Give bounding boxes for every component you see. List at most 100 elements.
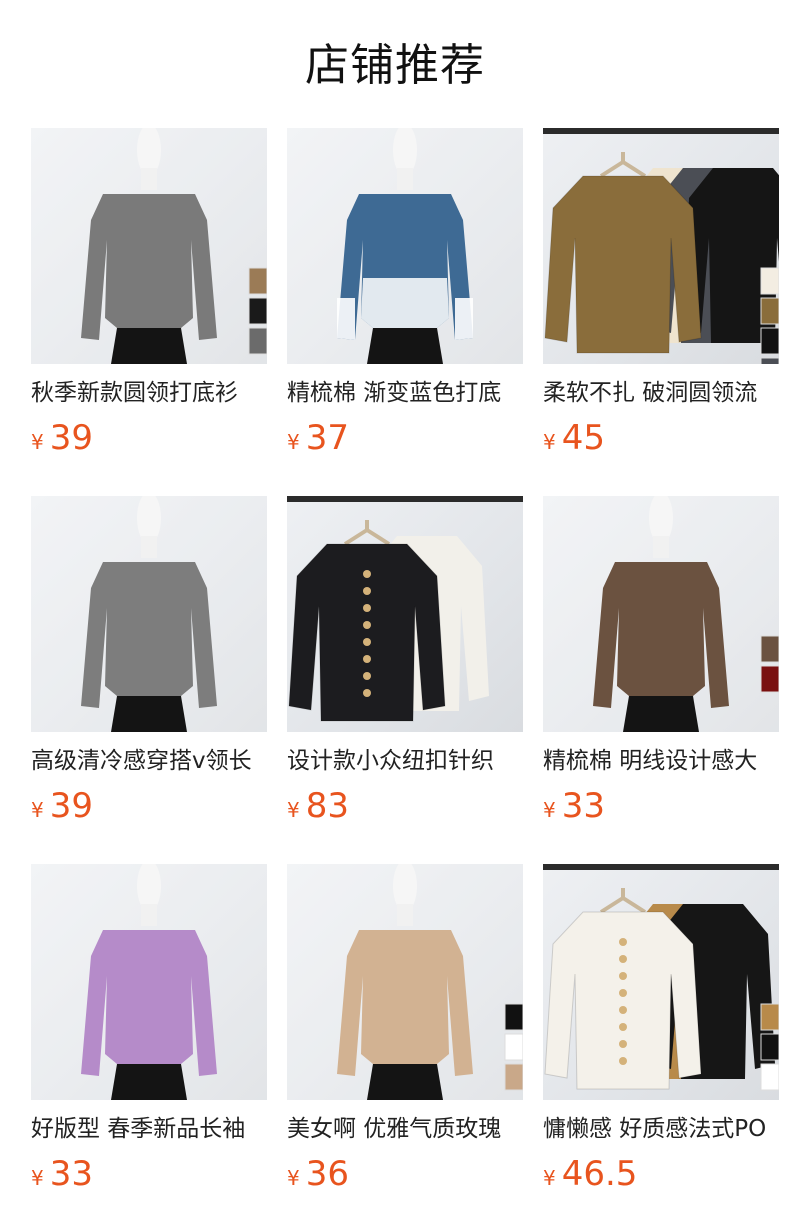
product-image[interactable] <box>543 864 779 1100</box>
product-grid: 秋季新款圆领打底衫 ¥39 精梳棉 渐变蓝色打底 ¥37 柔软不扎 破洞圆领流 … <box>31 128 790 1194</box>
price-value: 39 <box>49 786 93 826</box>
price-value: 36 <box>305 1154 349 1194</box>
button-dot <box>619 1040 627 1048</box>
product-illustration <box>543 496 779 732</box>
product-price: ¥45 <box>543 418 779 458</box>
product-illustration <box>287 128 523 364</box>
color-swatch <box>504 1033 523 1061</box>
color-swatch <box>760 297 779 325</box>
color-swatch <box>248 327 267 355</box>
product-price: ¥33 <box>543 786 779 826</box>
color-swatch <box>760 665 779 693</box>
product-price: ¥36 <box>287 1154 523 1194</box>
product-price: ¥83 <box>287 786 523 826</box>
currency-symbol: ¥ <box>543 1166 556 1190</box>
color-swatch <box>248 267 267 295</box>
color-swatch <box>760 1063 779 1091</box>
mannequin-neck <box>141 904 157 926</box>
pants <box>367 328 443 364</box>
currency-symbol: ¥ <box>31 430 44 454</box>
button-dot <box>619 989 627 997</box>
currency-symbol: ¥ <box>31 798 44 822</box>
product-name[interactable]: 设计款小众纽扣针织 <box>287 746 523 776</box>
section-title: 店铺推荐 <box>305 40 485 91</box>
price-value: 39 <box>49 418 93 458</box>
pants <box>111 1064 187 1100</box>
product-image[interactable] <box>287 496 523 732</box>
product-image[interactable] <box>31 496 267 732</box>
product-name[interactable]: 美女啊 优雅气质玫瑰 <box>287 1114 523 1144</box>
color-swatch <box>760 635 779 663</box>
shop-recommendation-page: 店铺推荐 秋季新款圆领打底衫 ¥39 精梳棉 渐变蓝色打底 ¥37 柔软不扎 破… <box>0 0 790 1232</box>
currency-symbol: ¥ <box>543 430 556 454</box>
pants <box>623 696 699 732</box>
product-card[interactable]: 柔软不扎 破洞圆领流 ¥45 <box>543 128 779 458</box>
button-dot <box>363 655 371 663</box>
clothes-rail <box>287 496 523 502</box>
mannequin-neck <box>397 168 413 190</box>
button-dot <box>363 604 371 612</box>
currency-symbol: ¥ <box>543 798 556 822</box>
product-image[interactable] <box>287 864 523 1100</box>
color-swatch <box>760 1033 779 1061</box>
product-name[interactable]: 好版型 春季新品长袖 <box>31 1114 267 1144</box>
product-card[interactable]: 好版型 春季新品长袖 ¥33 <box>31 864 267 1194</box>
hanger-icon <box>599 152 647 178</box>
mannequin-neck <box>397 904 413 926</box>
clothes-rail <box>543 128 779 134</box>
color-swatch <box>504 1003 523 1031</box>
price-value: 45 <box>561 418 605 458</box>
product-name[interactable]: 精梳棉 明线设计感大 <box>543 746 779 776</box>
product-card[interactable]: 精梳棉 明线设计感大 ¥33 <box>543 496 779 826</box>
product-illustration <box>31 128 267 364</box>
pants <box>367 1064 443 1100</box>
product-price: ¥37 <box>287 418 523 458</box>
price-value: 37 <box>305 418 349 458</box>
color-swatch <box>760 267 779 295</box>
product-card[interactable]: 慵懒感 好质感法式PO ¥46.5 <box>543 864 779 1194</box>
product-price: ¥39 <box>31 418 267 458</box>
product-card[interactable]: 设计款小众纽扣针织 ¥83 <box>287 496 523 826</box>
price-value: 46.5 <box>561 1154 638 1194</box>
garment-front <box>544 175 702 354</box>
product-card[interactable]: 高级清冷感穿搭v领长 ¥39 <box>31 496 267 826</box>
button-dot <box>363 689 371 697</box>
color-swatch <box>760 1003 779 1031</box>
color-swatch <box>248 297 267 325</box>
product-price: ¥33 <box>31 1154 267 1194</box>
currency-symbol: ¥ <box>287 1166 300 1190</box>
product-illustration <box>287 496 523 722</box>
price-value: 83 <box>305 786 349 826</box>
pants <box>111 696 187 732</box>
button-dot <box>363 638 371 646</box>
hanger-icon <box>343 520 391 546</box>
currency-symbol: ¥ <box>287 430 300 454</box>
color-swatch <box>760 327 779 355</box>
product-name[interactable]: 精梳棉 渐变蓝色打底 <box>287 378 523 408</box>
product-image[interactable] <box>31 864 267 1100</box>
product-image[interactable] <box>543 496 779 732</box>
product-card[interactable]: 精梳棉 渐变蓝色打底 ¥37 <box>287 128 523 458</box>
product-price: ¥39 <box>31 786 267 826</box>
product-image[interactable] <box>287 128 523 364</box>
product-illustration <box>31 496 267 732</box>
button-dot <box>619 1023 627 1031</box>
product-name[interactable]: 高级清冷感穿搭v领长 <box>31 746 267 776</box>
product-illustration <box>543 128 779 364</box>
product-price: ¥46.5 <box>543 1154 779 1194</box>
mannequin-neck <box>141 168 157 190</box>
currency-symbol: ¥ <box>287 798 300 822</box>
product-card[interactable]: 美女啊 优雅气质玫瑰 ¥36 <box>287 864 523 1194</box>
button-dot <box>619 1006 627 1014</box>
button-dot <box>619 938 627 946</box>
gradient-hem <box>361 278 449 328</box>
product-name[interactable]: 柔软不扎 破洞圆领流 <box>543 378 779 408</box>
product-illustration <box>287 864 523 1100</box>
product-name[interactable]: 秋季新款圆领打底衫 <box>31 378 267 408</box>
product-image[interactable] <box>31 128 267 364</box>
product-card[interactable]: 秋季新款圆领打底衫 ¥39 <box>31 128 267 458</box>
button-dot <box>363 587 371 595</box>
product-name[interactable]: 慵懒感 好质感法式PO <box>543 1114 779 1144</box>
price-value: 33 <box>49 1154 93 1194</box>
product-image[interactable] <box>543 128 779 364</box>
